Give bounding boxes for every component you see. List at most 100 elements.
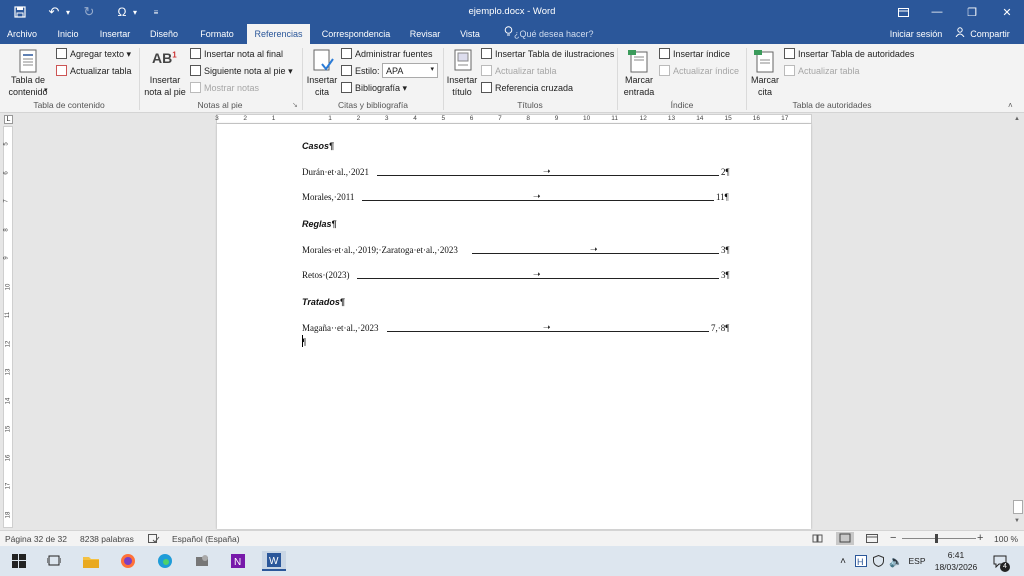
- tab-inicio[interactable]: Inicio: [48, 24, 88, 44]
- mark-entry-icon: [626, 48, 652, 74]
- word-count[interactable]: 8238 palabras: [80, 534, 134, 544]
- scroll-down-icon[interactable]: ▼: [1014, 518, 1020, 524]
- share-button[interactable]: Compartir: [967, 24, 1013, 44]
- zoom-out-button[interactable]: −: [890, 532, 896, 544]
- clock-time[interactable]: 6:41: [934, 548, 978, 561]
- insert-endnote-button[interactable]: Insertar nota al final: [190, 48, 283, 59]
- heading-casos: Casos¶: [302, 141, 335, 151]
- style-label: Estilo:: [355, 66, 380, 76]
- ruler-tick-label: 17: [781, 115, 789, 122]
- horizontal-ruler[interactable]: 3 2 1 1 2 3 4 5 6 7 8 9 10 11 12 13 14 15 16 17: [215, 114, 812, 124]
- chevron-up-icon[interactable]: ˄: [833, 551, 853, 571]
- settings-app-icon[interactable]: [192, 551, 212, 571]
- mark-citation-icon: [752, 48, 778, 74]
- onenote-icon[interactable]: N: [228, 551, 248, 571]
- insert-footnote-button[interactable]: Insertar nota al pie: [142, 74, 188, 98]
- file-explorer-icon[interactable]: [81, 551, 101, 571]
- firefox-icon[interactable]: [118, 551, 138, 571]
- close-icon[interactable]: ✕: [990, 0, 1024, 24]
- signin-link[interactable]: Iniciar sesión: [886, 24, 946, 44]
- table-of-contents-icon: [15, 48, 41, 74]
- style-selector: Estilo:: [341, 65, 380, 76]
- tab-formato[interactable]: Formato: [193, 24, 241, 44]
- ribbon-display-icon[interactable]: [886, 0, 920, 24]
- ruler-tick-label: 14: [696, 115, 704, 122]
- tab-archivo[interactable]: Archivo: [2, 24, 42, 44]
- input-language[interactable]: ESP: [904, 551, 930, 571]
- edge-icon[interactable]: [155, 551, 175, 571]
- toa-entry-text: Retos·(2023): [302, 270, 350, 280]
- ruler-tick-label: 8: [526, 115, 531, 122]
- cross-reference-button[interactable]: Referencia cruzada: [481, 82, 573, 93]
- search-tell-me[interactable]: ¿Qué desea hacer?: [514, 24, 594, 44]
- print-layout-icon[interactable]: [836, 532, 854, 545]
- style-icon: [341, 65, 352, 76]
- tab-revisar[interactable]: Revisar: [404, 24, 446, 44]
- scroll-up-icon[interactable]: ▲: [1014, 116, 1020, 122]
- zoom-slider-thumb[interactable]: [935, 534, 938, 543]
- word-taskbar-icon[interactable]: W: [262, 551, 286, 571]
- collapse-ribbon-icon[interactable]: ˄: [1008, 101, 1013, 110]
- maximize-icon[interactable]: ❐: [955, 0, 989, 24]
- vertical-scrollbar[interactable]: ▲ ▼: [1012, 114, 1024, 530]
- manage-sources-button[interactable]: Administrar fuentes: [341, 48, 433, 59]
- scrollbar-thumb[interactable]: [1013, 500, 1023, 514]
- volume-icon[interactable]: 🔈: [886, 551, 906, 571]
- add-text-button[interactable]: Agregar texto ▾: [56, 48, 131, 60]
- toa-entry-page: 7,·8¶: [711, 323, 730, 333]
- tab-arrow-icon: ➝: [543, 322, 551, 332]
- update-index-button[interactable]: Actualizar índice: [659, 65, 739, 76]
- document-page[interactable]: Casos¶ Durán·et·al.,·2021 ➝ 2¶ Morales,·…: [217, 124, 811, 529]
- show-notes-button[interactable]: Mostrar notas: [190, 82, 259, 93]
- insert-caption-button[interactable]: Insertar título: [444, 74, 480, 98]
- window-title: ejemplo.docx - Word: [468, 6, 556, 17]
- task-view-icon[interactable]: [44, 551, 64, 571]
- tab-vista[interactable]: Vista: [452, 24, 488, 44]
- ruler-tick-label: 1: [271, 115, 276, 122]
- text-cursor: [302, 335, 303, 347]
- toa-entry-page: 3¶: [721, 270, 730, 280]
- update-toc-button[interactable]: Actualizar tabla: [56, 65, 132, 76]
- tab-insertar[interactable]: Insertar: [94, 24, 136, 44]
- zoom-slider[interactable]: [902, 538, 976, 539]
- mark-citation-button[interactable]: Marcar cita: [746, 74, 784, 98]
- dialog-launcher-icon[interactable]: ↘: [292, 101, 298, 109]
- update-table-figures-button[interactable]: Actualizar tabla: [481, 65, 557, 76]
- proofing-icon[interactable]: [148, 534, 160, 546]
- windows-start-icon[interactable]: [9, 551, 29, 571]
- tab-referencias[interactable]: Referencias: [247, 24, 310, 44]
- chevron-down-icon: ▾: [430, 66, 434, 73]
- style-dropdown[interactable]: APA ▾: [382, 63, 438, 78]
- update-table-authorities-button[interactable]: Actualizar tabla: [784, 65, 860, 76]
- read-mode-icon[interactable]: [812, 534, 823, 545]
- svg-text:W: W: [269, 556, 279, 567]
- insert-table-authorities-button[interactable]: Insertar Tabla de autoridades: [784, 48, 914, 59]
- ribbon-tabs: Archivo Inicio Insertar Diseño Formato R…: [0, 24, 1024, 44]
- insert-citation-button[interactable]: Insertar cita: [304, 74, 340, 98]
- mark-entry-button[interactable]: Marcar entrada: [620, 74, 658, 98]
- tab-diseno[interactable]: Diseño: [143, 24, 185, 44]
- insert-table-figures-button[interactable]: Insertar Tabla de ilustraciones: [481, 48, 614, 59]
- next-footnote-label: Siguiente nota al pie: [204, 66, 286, 76]
- web-layout-icon[interactable]: [866, 534, 878, 546]
- ruler-tick-label: 7: [3, 199, 10, 203]
- next-footnote-button[interactable]: Siguiente nota al pie ▾: [190, 65, 293, 77]
- vertical-ruler[interactable]: 5 6 7 8 9 10 11 12 13 14 15 16 17 18: [3, 126, 13, 528]
- ruler-tick-label: 7: [498, 115, 502, 122]
- page-count[interactable]: Página 32 de 32: [5, 534, 67, 544]
- language-status[interactable]: Español (España): [172, 534, 240, 544]
- bibliography-button[interactable]: Bibliografía ▾: [341, 82, 407, 94]
- ruler-tick-label: 16: [752, 115, 761, 122]
- security-shield-icon[interactable]: [868, 551, 888, 571]
- tab-correspondencia[interactable]: Correspondencia: [316, 24, 396, 44]
- show-notes-label: Mostrar notas: [204, 83, 260, 93]
- tab-selector-icon[interactable]: L: [4, 115, 13, 124]
- clock-date[interactable]: 18/03/2026: [930, 561, 982, 573]
- svg-text:H: H: [857, 557, 864, 567]
- zoom-in-button[interactable]: +: [977, 532, 983, 544]
- toc-dropdown-icon[interactable]: ▾: [44, 86, 48, 94]
- minimize-icon[interactable]: —: [920, 0, 954, 24]
- insert-index-button[interactable]: Insertar índice: [659, 48, 730, 59]
- zoom-level[interactable]: 100 %: [994, 534, 1018, 544]
- ruler-tick-label: 9: [3, 256, 10, 260]
